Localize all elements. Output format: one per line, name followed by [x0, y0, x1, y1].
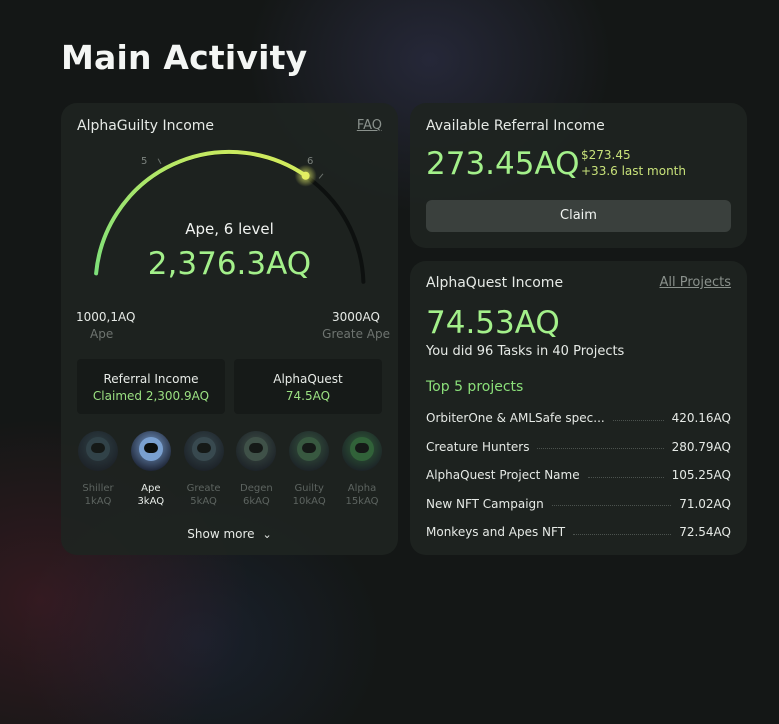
gauge-level-label: Ape, 6 level: [185, 220, 274, 238]
show-more-button[interactable]: Show more ⌄: [61, 527, 398, 541]
referral-income-box-value: Claimed 2,300.9AQ: [92, 389, 210, 403]
gauge-value: 2,376.3AQ: [147, 246, 312, 282]
gauge-max-value: 3000AQ: [332, 310, 380, 324]
alphaquest-box-title: AlphaQuest: [273, 372, 343, 386]
project-name: New NFT Campaign: [426, 496, 544, 511]
level-item[interactable]: Degen 6kAQ: [233, 431, 279, 507]
astronaut-visor-icon: [143, 443, 158, 453]
level-name: Shiller: [82, 483, 114, 494]
gauge-min-label: Ape: [90, 327, 114, 341]
project-row[interactable]: New NFT Campaign 71.02AQ: [426, 495, 731, 513]
level-price: 3kAQ: [137, 496, 165, 507]
dotted-leader: [537, 448, 664, 449]
show-more-label: Show more: [187, 527, 255, 541]
gauge-tick-6: [318, 173, 324, 179]
gauge-tick-6-label: 6: [307, 156, 314, 167]
referral-income-box: Referral Income Claimed 2,300.9AQ: [77, 359, 225, 414]
level-name: Alpha: [347, 483, 377, 494]
level-item[interactable]: Greate 5kAQ: [181, 431, 227, 507]
project-row[interactable]: Creature Hunters 280.79AQ: [426, 438, 731, 456]
project-value: 105.25AQ: [671, 468, 731, 482]
project-value: 71.02AQ: [679, 496, 731, 511]
level-avatar: [236, 431, 277, 471]
level-item[interactable]: Shiller 1kAQ: [75, 431, 121, 507]
level-avatar: [78, 431, 118, 471]
level-price: 15kAQ: [345, 496, 379, 507]
level-name: Ape: [141, 483, 161, 494]
claim-button[interactable]: Claim: [426, 200, 731, 232]
referral-income-value: 273.45AQ: [426, 146, 580, 182]
dotted-leader: [573, 533, 672, 535]
level-item[interactable]: Alpha 15kAQ: [339, 431, 385, 507]
dotted-leader: [551, 505, 672, 506]
project-row[interactable]: Monkeys and Apes NFT 72.54AQ: [426, 523, 731, 541]
project-name: AlphaQuest Project Name: [426, 468, 580, 482]
level-price: 6kAQ: [243, 496, 270, 507]
page-title: Main Activity: [61, 38, 308, 77]
level-name: Greate: [186, 483, 221, 494]
dotted-leader: [612, 419, 664, 421]
referral-income-card: Available Referral Income 273.45AQ $273.…: [410, 103, 747, 248]
tasks-summary: You did 96 Tasks in 40 Projects: [426, 344, 625, 359]
top-projects-title: Top 5 projects: [426, 379, 524, 395]
project-row[interactable]: AlphaQuest Project Name 105.25AQ: [426, 466, 731, 484]
level-avatar: [130, 431, 171, 471]
level-item[interactable]: Guilty 10kAQ: [286, 431, 332, 507]
alphaquest-income-card: AlphaQuest Income All Projects 74.53AQ Y…: [410, 261, 747, 555]
level-price: 5kAQ: [190, 496, 217, 507]
project-name: Creature Hunters: [426, 439, 530, 454]
referral-income-title: Available Referral Income: [426, 118, 605, 134]
level-item[interactable]: Ape 3kAQ: [128, 431, 174, 507]
astronaut-visor-icon: [249, 443, 264, 453]
referral-income-delta: +33.6 last month: [581, 164, 686, 178]
level-avatar: [289, 431, 330, 471]
alphaquest-box: AlphaQuest 74.5AQ: [234, 359, 382, 414]
level-price: 10kAQ: [292, 496, 326, 507]
astronaut-visor-icon: [354, 443, 369, 453]
referral-income-usd: $273.45: [581, 148, 631, 162]
project-row[interactable]: OrbiterOne & AMLSafe spec... 420.16AQ: [426, 409, 731, 427]
level-avatar: [341, 431, 382, 471]
level-name: Degen: [240, 483, 273, 494]
level-name: Guilty: [294, 483, 324, 494]
astronaut-visor-icon: [91, 443, 105, 453]
gauge-tick-5-label: 5: [141, 156, 148, 167]
alphaquest-income-value: 74.53AQ: [426, 305, 560, 341]
referral-income-box-title: Referral Income: [103, 372, 199, 386]
level-list: Shiller 1kAQ Ape 3kAQ Greate 5kAQ Degen 6kAQ Gui…: [75, 431, 385, 507]
alphaguilty-income-card: AlphaGuilty Income FAQ 5 6 Ape, 6 level …: [61, 103, 398, 555]
gauge-max-label: Greate Ape: [322, 327, 390, 341]
gauge-tick-5: [157, 158, 162, 165]
gauge-min-value: 1000,1AQ: [76, 310, 136, 324]
alphaquest-income-title: AlphaQuest Income: [426, 275, 564, 291]
project-value: 420.16AQ: [671, 411, 731, 425]
level-avatar: [183, 431, 224, 471]
all-projects-link[interactable]: All Projects: [660, 275, 732, 290]
project-name: OrbiterOne & AMLSafe spec...: [426, 411, 605, 425]
level-price: 1kAQ: [84, 496, 112, 507]
dotted-leader: [587, 476, 664, 478]
alphaquest-box-value: 74.5AQ: [285, 389, 331, 403]
chevron-down-icon: ⌄: [262, 528, 272, 541]
project-value: 72.54AQ: [679, 525, 731, 539]
project-value: 280.79AQ: [671, 439, 731, 454]
gauge-knob: [301, 171, 310, 180]
project-name: Monkeys and Apes NFT: [426, 525, 566, 539]
astronaut-visor-icon: [302, 443, 317, 453]
astronaut-visor-icon: [196, 443, 211, 453]
